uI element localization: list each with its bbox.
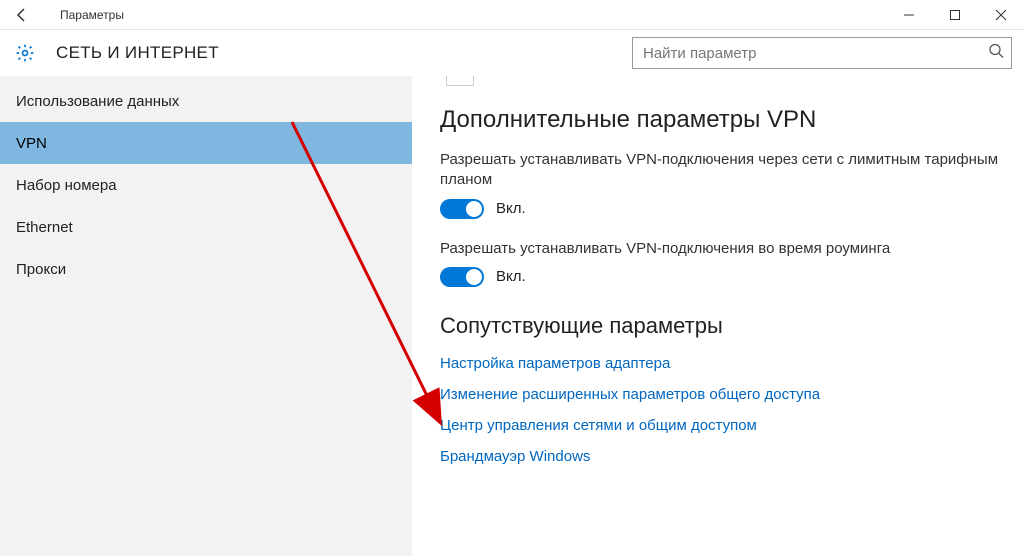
- back-button[interactable]: [8, 1, 36, 29]
- sidebar-item[interactable]: Набор номера: [0, 164, 412, 206]
- maximize-button[interactable]: [932, 0, 978, 30]
- sidebar-item[interactable]: VPN: [0, 122, 412, 164]
- toggle-row: Вкл.: [440, 267, 1000, 287]
- toggle-row: Вкл.: [440, 199, 1000, 219]
- content-stub: [446, 76, 474, 86]
- titlebar: Параметры: [0, 0, 1024, 30]
- section-title: СЕТЬ И ИНТЕРНЕТ: [56, 43, 219, 63]
- header: СЕТЬ И ИНТЕРНЕТ: [0, 30, 1024, 76]
- content-heading: Дополнительные параметры VPN: [440, 106, 1000, 134]
- related-link[interactable]: Брандмауэр Windows: [440, 448, 1000, 465]
- content-pane: Дополнительные параметры VPN Разрешать у…: [412, 76, 1024, 556]
- related-link[interactable]: Центр управления сетями и общим доступом: [440, 417, 1000, 434]
- related-heading: Сопутствующие параметры: [440, 313, 1000, 339]
- search-input[interactable]: [632, 37, 1012, 69]
- sidebar-item[interactable]: Ethernet: [0, 206, 412, 248]
- toggle-switch[interactable]: [440, 267, 484, 287]
- minimize-button[interactable]: [886, 0, 932, 30]
- setting-block: Разрешать устанавливать VPN-подключения …: [440, 239, 1000, 287]
- close-button[interactable]: [978, 0, 1024, 30]
- setting-description: Разрешать устанавливать VPN-подключения …: [440, 150, 1000, 191]
- toggle-state-label: Вкл.: [496, 268, 526, 285]
- related-link[interactable]: Изменение расширенных параметров общего …: [440, 386, 1000, 403]
- setting-block: Разрешать устанавливать VPN-подключения …: [440, 150, 1000, 219]
- toggle-switch[interactable]: [440, 199, 484, 219]
- window-controls: [886, 0, 1024, 30]
- window-title: Параметры: [60, 8, 124, 22]
- related-link[interactable]: Настройка параметров адаптера: [440, 355, 1000, 372]
- sidebar-item[interactable]: Прокси: [0, 248, 412, 290]
- toggle-state-label: Вкл.: [496, 200, 526, 217]
- sidebar-item[interactable]: Использование данных: [0, 80, 412, 122]
- gear-icon: [14, 42, 36, 64]
- search-wrap: [632, 37, 1012, 69]
- setting-description: Разрешать устанавливать VPN-подключения …: [440, 239, 1000, 259]
- sidebar: Использование данныхVPNНабор номераEther…: [0, 76, 412, 556]
